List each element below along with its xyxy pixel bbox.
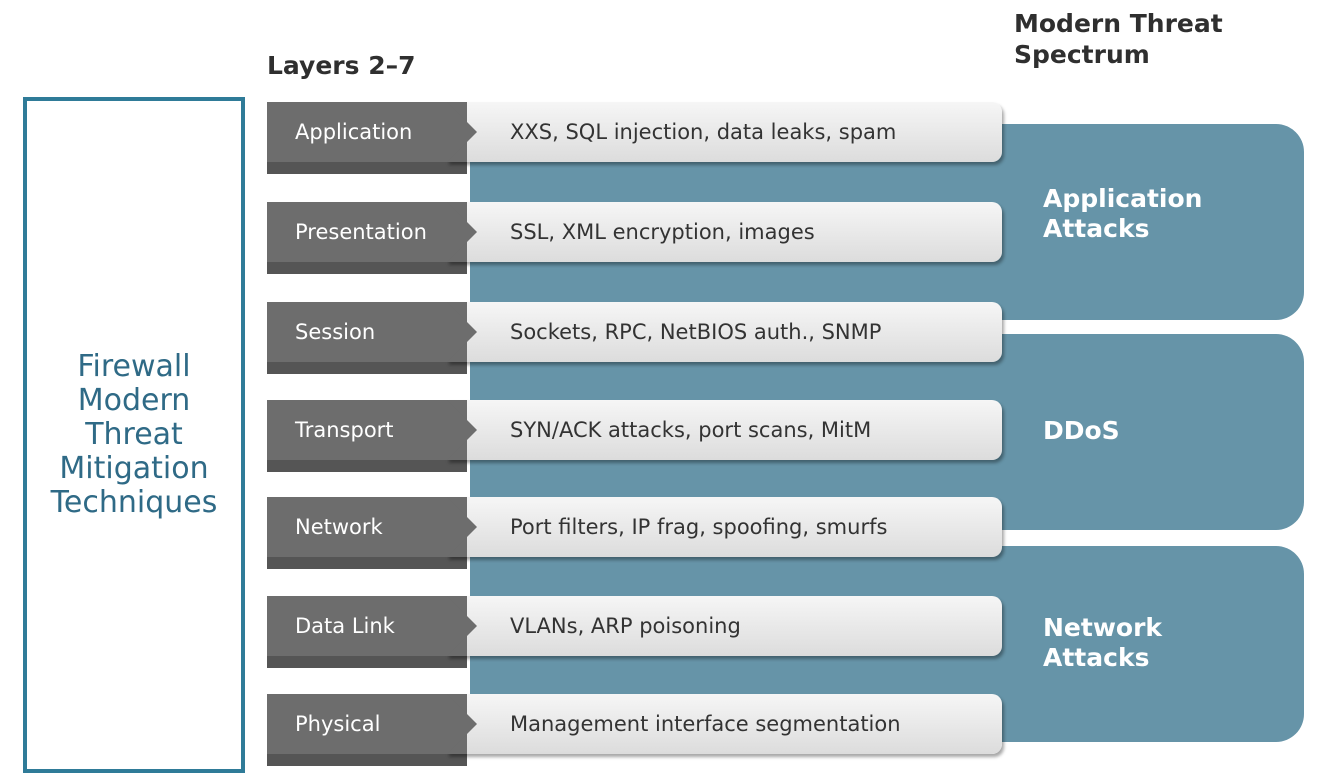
layer-shadow (267, 162, 467, 174)
layer-shadow (267, 557, 467, 569)
layer-name: Data Link (267, 596, 467, 656)
threat-list: SSL, XML encryption, images (510, 220, 815, 244)
chevron-right-icon (447, 694, 477, 754)
chevron-right-icon (447, 497, 477, 557)
layer-name: Application (267, 102, 467, 162)
group-label-ddos: DDoS (1043, 416, 1120, 445)
threat-list: Management interface segmentation (510, 712, 901, 736)
layer-name: Presentation (267, 202, 467, 262)
threat-list: Port filters, IP frag, spoofing, smurfs (510, 515, 888, 539)
layer-name: Session (267, 302, 467, 362)
layer-shadow (267, 460, 467, 472)
layer-name: Transport (267, 400, 467, 460)
chevron-right-icon (447, 202, 477, 262)
layer-name: Network (267, 497, 467, 557)
threat-list: Sockets, RPC, NetBIOS auth., SNMP (510, 320, 882, 344)
threat-list: VLANs, ARP poisoning (510, 614, 741, 638)
layer-shadow (267, 656, 467, 668)
group-label-application-attacks: Application Attacks (1043, 184, 1203, 243)
layer-shadow (267, 262, 467, 274)
layer-shadow (267, 362, 467, 374)
group-label-network-attacks: Network Attacks (1043, 613, 1163, 672)
threat-spectrum-heading: Modern Threat Spectrum (1014, 9, 1223, 69)
layer-shadow (267, 754, 467, 766)
threat-list: SYN/ACK attacks, port scans, MitM (510, 418, 872, 442)
threat-list: XXS, SQL injection, data leaks, spam (510, 120, 897, 144)
layer-name: Physical (267, 694, 467, 754)
mitigation-panel-text: Firewall Modern Threat Mitigation Techni… (50, 349, 218, 520)
chevron-right-icon (447, 102, 477, 162)
chevron-right-icon (447, 596, 477, 656)
layers-heading: Layers 2–7 (267, 51, 416, 80)
chevron-right-icon (447, 400, 477, 460)
chevron-right-icon (447, 302, 477, 362)
